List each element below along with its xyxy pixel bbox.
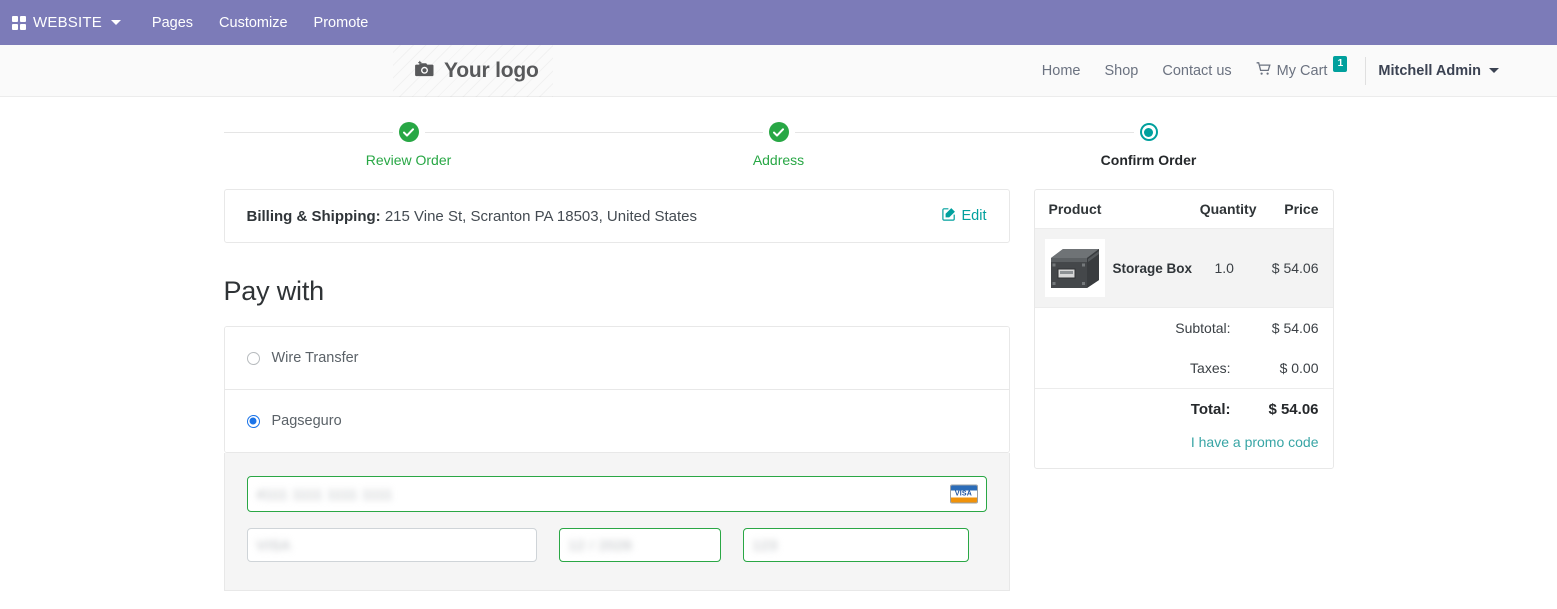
step-address[interactable]: Address bbox=[593, 121, 964, 168]
site-nav: Home Shop Contact us My Cart 1 Mitchell … bbox=[1030, 55, 1501, 86]
nav-link-contact-us[interactable]: Contact us bbox=[1150, 57, 1243, 85]
order-line-row: Storage Box 1.0 $ 54.06 bbox=[1034, 229, 1333, 308]
promo-code-link[interactable]: I have a promo code bbox=[1191, 434, 1319, 450]
pay-with-heading: Pay with bbox=[223, 276, 325, 306]
payment-option-pagseguro[interactable]: Pagseguro bbox=[224, 389, 1009, 452]
payment-option-label-pagseguro: Pagseguro bbox=[271, 413, 342, 429]
camera-icon bbox=[415, 60, 435, 83]
nav-link-home[interactable]: Home bbox=[1030, 57, 1093, 85]
card-cvc-value: 123 bbox=[752, 537, 778, 553]
card-holder-value: VISA bbox=[256, 537, 291, 553]
summary-line-total-label: Total: bbox=[1190, 401, 1231, 418]
user-menu-label: Mitchell Admin bbox=[1378, 62, 1481, 79]
step-bullet-wrap bbox=[762, 121, 795, 143]
editor-menu-pages[interactable]: Pages bbox=[139, 9, 206, 37]
column-header-product: Product bbox=[1048, 201, 1102, 217]
step-review-order[interactable]: Review Order bbox=[223, 121, 594, 168]
order-summary: Product Quantity Price Storage Box 1.0 $… bbox=[1033, 189, 1334, 469]
payment-option-label-wire-transfer: Wire Transfer bbox=[271, 350, 359, 366]
step-bullet-wrap bbox=[1133, 121, 1164, 143]
product-quantity: 1.0 bbox=[1214, 260, 1234, 276]
edit-address-label: Edit bbox=[961, 208, 987, 224]
chevron-down-icon bbox=[110, 20, 121, 25]
odoo-editor-topbar: WEBSITE Pages Customize Promote bbox=[0, 0, 1557, 45]
summary-line-subtotal: Subtotal: $ 54.06 bbox=[1035, 308, 1333, 348]
user-menu-button[interactable]: Mitchell Admin bbox=[1376, 57, 1501, 85]
visa-card-icon: VISA bbox=[949, 484, 978, 504]
site-logo-text: Your logo bbox=[444, 59, 539, 82]
storage-box-thumbnail bbox=[1044, 239, 1105, 297]
header-divider bbox=[1365, 56, 1367, 85]
summary-line-taxes-label: Taxes: bbox=[1190, 360, 1231, 376]
apps-menu-label: WEBSITE bbox=[33, 14, 102, 31]
billing-shipping-label: Billing & Shipping: bbox=[246, 207, 381, 225]
card-number-value: 4111 1111 1111 1111 bbox=[256, 486, 393, 502]
site-logo[interactable]: Your logo bbox=[393, 45, 553, 97]
editor-menu-promote[interactable]: Promote bbox=[301, 9, 382, 37]
step-bullet-wrap bbox=[392, 121, 425, 143]
checkout-left-column: Billing & Shipping: 215 Vine St, Scranto… bbox=[223, 189, 1010, 591]
my-cart-label: My Cart bbox=[1276, 62, 1328, 79]
visa-card-icon-label: VISA bbox=[954, 490, 973, 498]
summary-line-subtotal-value: $ 54.06 bbox=[1271, 320, 1319, 336]
billing-shipping-value: 215 Vine St, Scranton PA 18503, United S… bbox=[384, 207, 697, 225]
billing-shipping-text: Billing & Shipping: 215 Vine St, Scranto… bbox=[247, 208, 698, 225]
chevron-down-icon bbox=[1489, 68, 1499, 73]
pencil-square-icon bbox=[941, 207, 956, 225]
cart-count-badge: 1 bbox=[1333, 55, 1348, 72]
billing-shipping-card: Billing & Shipping: 215 Vine St, Scranto… bbox=[223, 189, 1010, 243]
summary-line-total-value: $ 54.06 bbox=[1268, 401, 1319, 418]
editor-menu: Pages Customize Promote bbox=[139, 9, 381, 37]
summary-line-taxes-value: $ 0.00 bbox=[1279, 360, 1319, 376]
check-circle-icon bbox=[768, 122, 789, 142]
card-expiry-value: 12 / 2026 bbox=[568, 537, 633, 553]
promo-row: I have a promo code bbox=[1035, 430, 1333, 468]
summary-line-total: Total: $ 54.06 bbox=[1035, 389, 1333, 430]
product-cell: Storage Box bbox=[1044, 239, 1209, 297]
card-holder-field[interactable]: VISA bbox=[246, 528, 537, 562]
summary-line-taxes: Taxes: $ 0.00 bbox=[1035, 348, 1333, 388]
card-number-field[interactable]: 4111 1111 1111 1111 VISA bbox=[246, 476, 987, 512]
edit-address-button[interactable]: Edit bbox=[941, 207, 987, 225]
checkout-stepper: Review Order Address Confirm Order bbox=[223, 121, 1334, 168]
step-label-address: Address bbox=[752, 152, 805, 168]
nav-link-shop[interactable]: Shop bbox=[1092, 57, 1150, 85]
checkout-columns: Billing & Shipping: 215 Vine St, Scranto… bbox=[223, 189, 1334, 591]
apps-menu-button[interactable]: WEBSITE bbox=[8, 10, 129, 35]
shopping-cart-icon bbox=[1256, 61, 1272, 80]
checkout-right-column: Product Quantity Price Storage Box 1.0 $… bbox=[1033, 189, 1334, 469]
product-price: $ 54.06 bbox=[1271, 260, 1319, 276]
radio-pagseguro[interactable] bbox=[246, 414, 260, 428]
summary-line-subtotal-label: Subtotal: bbox=[1175, 320, 1231, 336]
step-confirm-order[interactable]: Confirm Order bbox=[963, 121, 1334, 168]
card-cvc-field[interactable]: 123 bbox=[742, 528, 969, 562]
payment-methods-panel: Wire Transfer Pagseguro bbox=[223, 326, 1010, 453]
my-cart-button[interactable]: My Cart 1 bbox=[1244, 55, 1358, 86]
current-step-dot-icon bbox=[1139, 123, 1158, 141]
step-label-review-order: Review Order bbox=[365, 152, 452, 168]
editor-menu-customize[interactable]: Customize bbox=[206, 9, 301, 37]
column-header-price: Price bbox=[1284, 201, 1319, 217]
order-summary-header: Product Quantity Price bbox=[1034, 190, 1333, 229]
card-details-row: VISA 12 / 2026 123 bbox=[246, 528, 987, 562]
site-header: Your logo Home Shop Contact us My Cart 1… bbox=[0, 45, 1557, 97]
payment-option-wire-transfer[interactable]: Wire Transfer bbox=[224, 327, 1009, 389]
credit-card-form: 4111 1111 1111 1111 VISA VISA 12 / 2026 bbox=[223, 453, 1010, 591]
check-circle-icon bbox=[398, 122, 419, 142]
radio-wire-transfer[interactable] bbox=[246, 351, 260, 365]
checkout-page: Review Order Address Confirm Order Billi… bbox=[0, 121, 1557, 591]
apps-grid-icon bbox=[12, 15, 26, 30]
step-label-confirm-order: Confirm Order bbox=[1100, 152, 1197, 168]
product-name: Storage Box bbox=[1112, 260, 1193, 276]
card-expiry-field[interactable]: 12 / 2026 bbox=[558, 528, 721, 562]
column-header-quantity: Quantity bbox=[1199, 201, 1257, 217]
stepper-line bbox=[963, 132, 1149, 133]
page-container: Review Order Address Confirm Order Billi… bbox=[223, 121, 1334, 591]
